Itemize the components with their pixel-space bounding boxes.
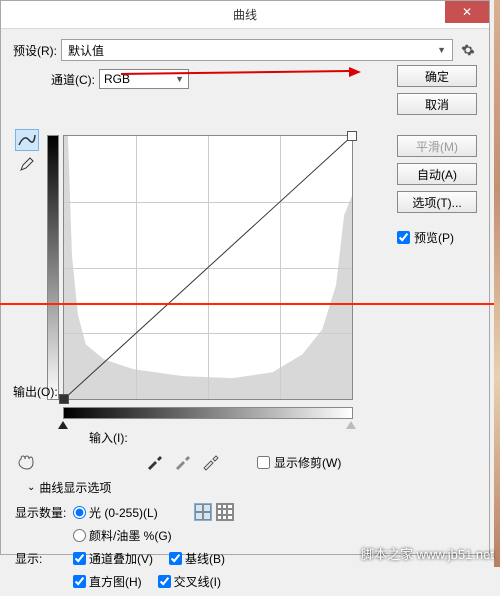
- display-options-expander[interactable]: ⌄ 曲线显示选项: [27, 479, 111, 496]
- close-button[interactable]: ✕: [445, 1, 489, 23]
- curve-line: [64, 136, 352, 399]
- gear-icon: [461, 43, 475, 57]
- chevron-down-icon: ▼: [175, 74, 184, 84]
- eyedroppers: [145, 453, 219, 471]
- eyedropper-white-icon[interactable]: [201, 453, 219, 471]
- amount-light[interactable]: 光 (0-255)(L): [73, 504, 158, 521]
- grid-fine-icon[interactable]: [216, 503, 234, 521]
- grid-coarse-icon[interactable]: [194, 503, 212, 521]
- channel-row: 通道(C): RGB ▼: [51, 69, 383, 89]
- preset-value: 默认值: [68, 42, 104, 59]
- output-gradient: [47, 135, 59, 400]
- show-baseline[interactable]: 基线(B): [169, 550, 225, 567]
- show-histogram[interactable]: 直方图(H): [73, 573, 142, 590]
- amount-row: 显示数量: 光 (0-255)(L): [15, 503, 241, 521]
- grid-size-icons: [194, 503, 234, 521]
- curve-tool-pencil[interactable]: [15, 153, 39, 175]
- sampler-row: 显示修剪(W): [15, 453, 341, 471]
- pencil-icon: [19, 156, 35, 172]
- preview-checkbox[interactable]: [397, 231, 410, 244]
- cancel-button[interactable]: 取消: [397, 93, 477, 115]
- preset-row: 预设(R): 默认值 ▼: [13, 39, 477, 61]
- black-slider[interactable]: [58, 421, 68, 429]
- display-options: 显示数量: 光 (0-255)(L) 颜料/油墨 %(G) 显示: 通道叠加(V…: [15, 503, 241, 596]
- input-label: 输入(I):: [89, 429, 128, 446]
- auto-button[interactable]: 自动(A): [397, 163, 477, 185]
- right-buttons: 确定 取消 平滑(M) 自动(A) 选项(T)... 预览(P): [397, 65, 477, 246]
- hand-sampler-icon[interactable]: [15, 453, 37, 471]
- ok-button[interactable]: 确定: [397, 65, 477, 87]
- show-row2: 直方图(H) 交叉线(I): [73, 573, 241, 590]
- amount-row2: 颜料/油墨 %(G): [73, 527, 241, 544]
- curve-icon: [18, 133, 36, 147]
- amount-pigment[interactable]: 颜料/油墨 %(G): [73, 527, 172, 544]
- eyedropper-gray-icon[interactable]: [173, 453, 191, 471]
- curve-grid[interactable]: [63, 135, 353, 400]
- input-gradient: [63, 407, 353, 419]
- titlebar: 曲线 ✕: [1, 1, 489, 29]
- left-area: 通道(C): RGB ▼: [13, 69, 383, 89]
- preview-row: 预览(P): [397, 229, 477, 246]
- preview-label: 预览(P): [414, 229, 454, 246]
- background-strip: [494, 0, 500, 567]
- eyedropper-black-icon[interactable]: [145, 453, 163, 471]
- white-slider[interactable]: [346, 421, 356, 429]
- curve-tool-point[interactable]: [15, 129, 39, 151]
- channel-value: RGB: [104, 72, 130, 86]
- chevron-down-icon: ▼: [437, 45, 446, 55]
- output-label: 输出(O):: [13, 383, 58, 400]
- amount-label: 显示数量:: [15, 504, 73, 521]
- curves-dialog: 曲线 ✕ 预设(R): 默认值 ▼ 确定 取消 平滑(M) 自动(A) 选项(T…: [0, 0, 490, 555]
- curve-tools: [15, 129, 39, 175]
- show-label: 显示:: [15, 550, 73, 567]
- window-title: 曲线: [233, 6, 257, 23]
- preset-dropdown[interactable]: 默认值 ▼: [61, 39, 453, 61]
- curve-area: [63, 125, 363, 415]
- curve-point-shadow[interactable]: [59, 394, 69, 404]
- channel-dropdown[interactable]: RGB ▼: [99, 69, 189, 89]
- watermark: 脚本之家 www.jb51.net: [361, 544, 494, 563]
- show-clipping-checkbox[interactable]: [257, 456, 270, 469]
- curve-point-highlight[interactable]: [347, 131, 357, 141]
- show-clipping[interactable]: 显示修剪(W): [257, 454, 341, 471]
- show-overlay[interactable]: 通道叠加(V): [73, 550, 153, 567]
- show-row1: 显示: 通道叠加(V) 基线(B): [15, 550, 241, 567]
- chevron-down-icon: ⌄: [27, 482, 35, 493]
- channel-label: 通道(C):: [51, 71, 95, 88]
- preset-label: 预设(R):: [13, 42, 57, 59]
- dialog-body: 预设(R): 默认值 ▼ 确定 取消 平滑(M) 自动(A) 选项(T)... …: [1, 29, 489, 107]
- options-button[interactable]: 选项(T)...: [397, 191, 477, 213]
- show-intersection[interactable]: 交叉线(I): [158, 573, 221, 590]
- preset-menu-button[interactable]: [459, 41, 477, 59]
- smooth-button[interactable]: 平滑(M): [397, 135, 477, 157]
